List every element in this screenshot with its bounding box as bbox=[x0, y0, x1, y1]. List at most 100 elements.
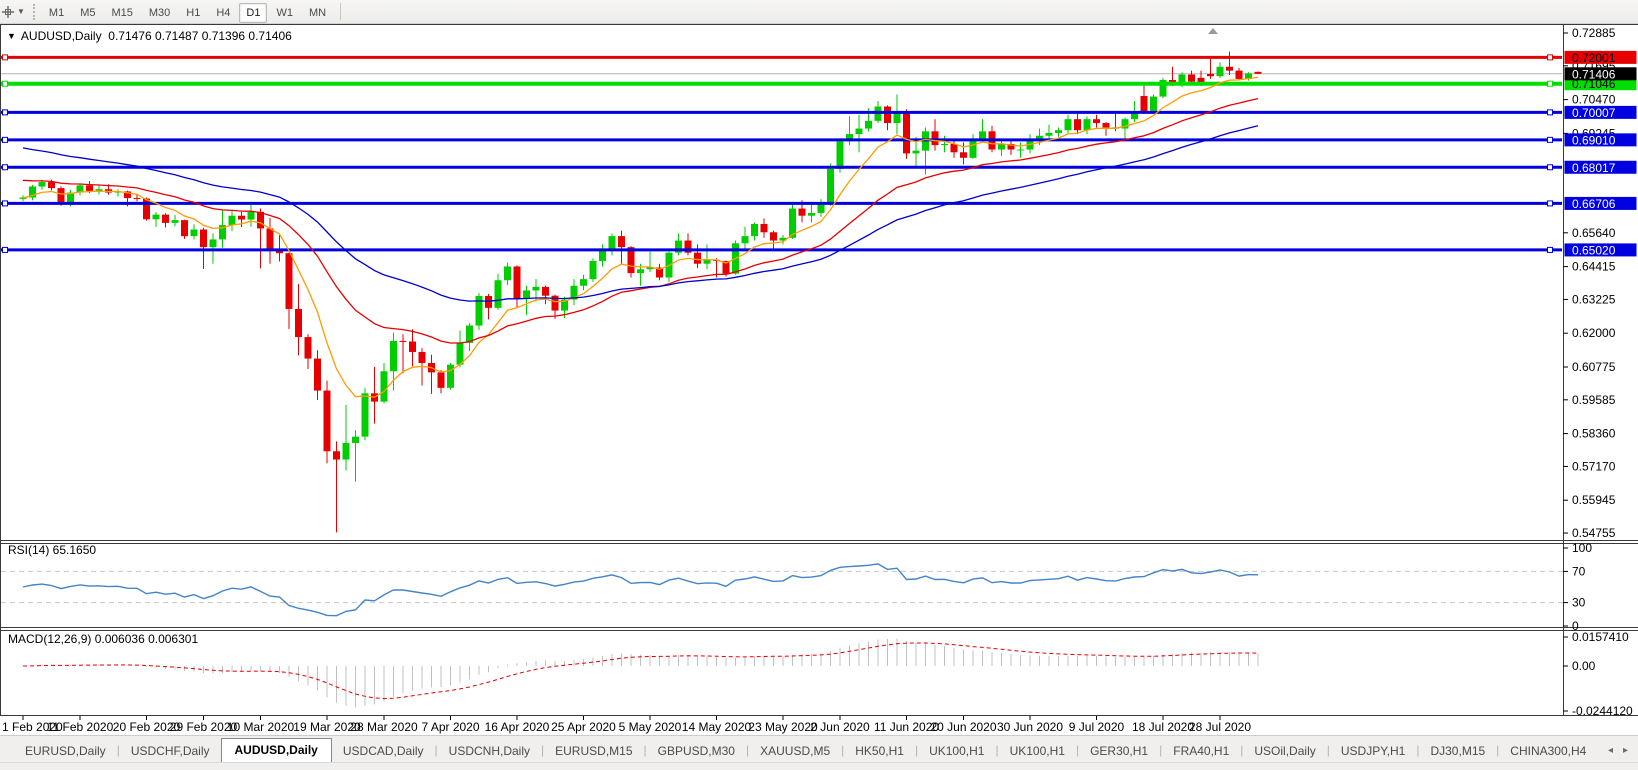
bull-candle bbox=[381, 371, 388, 401]
bear-candle bbox=[409, 341, 416, 351]
hline-handle[interactable] bbox=[1548, 55, 1553, 60]
bear-candle bbox=[267, 228, 274, 248]
chart-tab-usdjpy-h1[interactable]: USDJPY,H1 bbox=[1330, 740, 1416, 763]
timeframe-button-m5[interactable]: M5 bbox=[73, 3, 102, 23]
bull-candle bbox=[229, 216, 236, 225]
chart-tab-uk100-h1[interactable]: UK100,H1 bbox=[918, 740, 995, 763]
hline-handle[interactable] bbox=[3, 137, 8, 142]
bull-candle bbox=[191, 230, 198, 237]
price-tick-label: 0.58360 bbox=[1572, 427, 1616, 441]
timeframe-button-m1[interactable]: M1 bbox=[42, 3, 71, 23]
date-tick-label: 28 Jul 2020 bbox=[1189, 720, 1251, 734]
chart-tab-uk100-h1[interactable]: UK100,H1 bbox=[999, 740, 1076, 763]
date-tick-label: 28 Mar 2020 bbox=[350, 720, 418, 734]
bull-candle bbox=[808, 213, 815, 216]
chart-background bbox=[0, 24, 1638, 735]
chart-tab-usdchf-daily[interactable]: USDCHF,Daily bbox=[120, 740, 221, 763]
one-click-trading-collapse-icon[interactable]: ▼ bbox=[7, 31, 16, 41]
date-tick-label: 9 Jul 2020 bbox=[1069, 720, 1125, 734]
hline-handle[interactable] bbox=[3, 81, 8, 86]
chart-tab-china300-h4[interactable]: CHINA300,H4 bbox=[1499, 740, 1597, 763]
bull-candle bbox=[1046, 133, 1053, 136]
bear-candle bbox=[1141, 96, 1148, 112]
bear-candle bbox=[295, 309, 302, 337]
price-label-text: 0.69010 bbox=[1572, 133, 1616, 147]
bear-candle bbox=[181, 220, 188, 236]
bull-candle bbox=[609, 236, 616, 250]
price-label-text: 0.68017 bbox=[1572, 161, 1616, 175]
hline-handle[interactable] bbox=[3, 110, 8, 115]
timeframe-button-mn[interactable]: MN bbox=[302, 3, 333, 23]
crosshair-tool-button[interactable]: ▼ bbox=[0, 3, 29, 21]
price-tick-label: 0.64415 bbox=[1572, 260, 1616, 274]
price-label-text: 0.65020 bbox=[1572, 243, 1616, 257]
bull-candle bbox=[1131, 114, 1138, 120]
status-strip bbox=[0, 762, 1638, 770]
bull-candle bbox=[704, 260, 711, 264]
bull-candle bbox=[1150, 97, 1157, 111]
timeframe-button-m15[interactable]: M15 bbox=[104, 3, 139, 23]
timeframe-button-d1[interactable]: D1 bbox=[239, 3, 267, 23]
chart-tab-dj30-m15[interactable]: DJ30,M15 bbox=[1419, 740, 1496, 763]
hline-handle[interactable] bbox=[1548, 81, 1553, 86]
chart-tab-usdcad-daily[interactable]: USDCAD,Daily bbox=[332, 740, 435, 763]
chart-tab-hk50-h1[interactable]: HK50,H1 bbox=[844, 740, 915, 763]
chevron-down-icon: ▼ bbox=[17, 7, 25, 16]
price-tick-label: 0.55945 bbox=[1572, 493, 1616, 507]
rsi-tick-label: 100 bbox=[1572, 541, 1592, 555]
chart-tab-bar: EURUSD,Daily|USDCHF,DailyAUDUSD,DailyUSD… bbox=[0, 735, 1638, 763]
date-tick-label: 16 Apr 2020 bbox=[485, 720, 550, 734]
bull-candle bbox=[533, 287, 540, 291]
hline-handle[interactable] bbox=[3, 201, 8, 206]
timeframe-button-w1[interactable]: W1 bbox=[269, 3, 300, 23]
bull-candle bbox=[153, 215, 160, 220]
hline-handle[interactable] bbox=[1548, 165, 1553, 170]
bull-candle bbox=[210, 239, 217, 247]
chart-tab-audusd-daily[interactable]: AUDUSD,Daily bbox=[221, 738, 332, 763]
date-tick-label: 30 Jun 2020 bbox=[997, 720, 1063, 734]
timeframe-button-m30[interactable]: M30 bbox=[142, 3, 177, 23]
hline-handle[interactable] bbox=[3, 55, 8, 60]
hline-handle[interactable] bbox=[1548, 110, 1553, 115]
hline-handle[interactable] bbox=[3, 247, 8, 252]
toolbar-grip[interactable] bbox=[33, 4, 35, 20]
chart-tab-usdcnh-daily[interactable]: USDCNH,Daily bbox=[438, 740, 541, 763]
price-label-0.66706: 0.66706 bbox=[1565, 197, 1637, 211]
tab-scroll-right-icon[interactable]: ▸ bbox=[1623, 745, 1628, 756]
bear-candle bbox=[438, 372, 445, 387]
price-label-text: 0.72001 bbox=[1572, 51, 1616, 65]
tab-scroll-left-icon[interactable]: ◂ bbox=[1608, 745, 1613, 756]
date-tick-label: 11 Feb 2020 bbox=[47, 720, 114, 734]
chart-tab-xauusd-m5[interactable]: XAUUSD,M5 bbox=[749, 740, 841, 763]
hline-handle[interactable] bbox=[1548, 201, 1553, 206]
timeframe-button-h1[interactable]: H1 bbox=[179, 3, 207, 23]
chart-tab-usoil-daily[interactable]: USOil,Daily bbox=[1243, 740, 1326, 763]
hline-handle[interactable] bbox=[1548, 247, 1553, 252]
bull-candle bbox=[504, 266, 511, 280]
bear-candle bbox=[884, 107, 891, 124]
price-tick-label: 0.72885 bbox=[1572, 26, 1616, 40]
bull-candle bbox=[818, 204, 825, 213]
bear-candle bbox=[286, 253, 293, 309]
toolbar-separator bbox=[340, 3, 341, 20]
chart-tab-eurusd-daily[interactable]: EURUSD,Daily bbox=[14, 740, 117, 763]
bull-candle bbox=[172, 220, 179, 223]
price-label-text: 0.71406 bbox=[1572, 67, 1616, 81]
tab-scroll-arrows: ◂ ▸ bbox=[1608, 745, 1638, 763]
hline-handle[interactable] bbox=[3, 165, 8, 170]
hline-handle[interactable] bbox=[1548, 137, 1553, 142]
bear-candle bbox=[58, 188, 65, 203]
price-label-text: 0.66706 bbox=[1572, 197, 1616, 211]
chart-tab-eurusd-m15[interactable]: EURUSD,M15 bbox=[544, 740, 643, 763]
chart-tab-fra40-h1[interactable]: FRA40,H1 bbox=[1162, 740, 1240, 763]
date-tick-label: 2 Jun 2020 bbox=[810, 720, 870, 734]
horizontal-line-0.71046[interactable] bbox=[0, 81, 1563, 86]
price-label-text: 0.70007 bbox=[1572, 106, 1616, 120]
date-tick-label: 10 Mar 2020 bbox=[227, 720, 295, 734]
chart-symbol-period: AUDUSD,Daily bbox=[21, 29, 102, 43]
chart-tab-gbpusd-m30[interactable]: GBPUSD,M30 bbox=[647, 740, 746, 763]
timeframe-button-h4[interactable]: H4 bbox=[209, 3, 237, 23]
chart-canvas[interactable]: 0.728850.716950.704700.692450.656400.644… bbox=[0, 24, 1638, 735]
chart-tab-ger30-h1[interactable]: GER30,H1 bbox=[1079, 740, 1159, 763]
price-tick-label: 0.54755 bbox=[1572, 526, 1616, 540]
